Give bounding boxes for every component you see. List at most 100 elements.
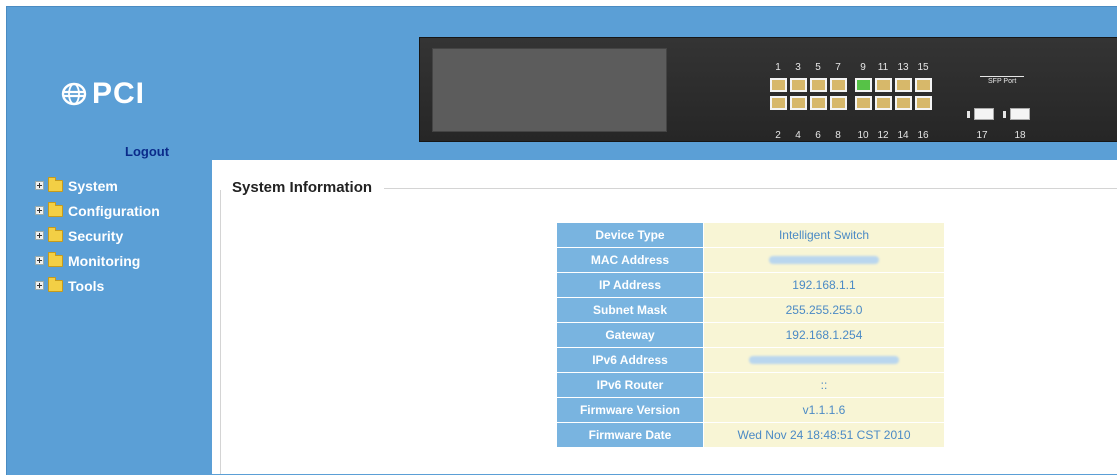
table-row: MAC Address bbox=[556, 247, 945, 273]
table-row: Gateway 192.168.1.254 bbox=[556, 322, 945, 348]
fieldset-border bbox=[384, 188, 1117, 189]
row-value: 255.255.255.0 bbox=[703, 297, 945, 323]
redacted-value bbox=[749, 356, 899, 364]
port-number: 16 bbox=[917, 130, 929, 141]
port-11[interactable] bbox=[875, 78, 892, 92]
sidebar-item-label: Monitoring bbox=[68, 252, 141, 269]
sidebar-item-tools[interactable]: Tools bbox=[35, 273, 160, 298]
port-number: 11 bbox=[877, 62, 889, 73]
redacted-value bbox=[769, 256, 879, 264]
sidebar-item-label: Configuration bbox=[68, 202, 160, 219]
folder-icon bbox=[48, 201, 63, 217]
row-value: 192.168.1.1 bbox=[703, 272, 945, 298]
row-label: Subnet Mask bbox=[556, 297, 704, 323]
row-label: Firmware Date bbox=[556, 422, 704, 448]
port-4[interactable] bbox=[790, 96, 807, 110]
sidebar-item-label: Security bbox=[68, 227, 124, 244]
port-9[interactable] bbox=[855, 78, 872, 92]
row-value: :: bbox=[703, 372, 945, 398]
port-1[interactable] bbox=[770, 78, 787, 92]
row-value: 192.168.1.254 bbox=[703, 322, 945, 348]
port-number: 14 bbox=[897, 130, 909, 141]
port-13[interactable] bbox=[895, 78, 912, 92]
switch-front-panel: 1 3 5 7 9 11 13 15 2 4 6 8 10 12 14 16 S… bbox=[419, 37, 1117, 142]
main-content: System Information Device Type Intellige… bbox=[212, 160, 1117, 474]
sfp-led-17 bbox=[967, 111, 970, 118]
folder-icon bbox=[48, 226, 63, 242]
sidebar-item-system[interactable]: System bbox=[35, 173, 160, 198]
logo-text: PCI bbox=[92, 77, 146, 110]
system-info-table: Device Type Intelligent Switch MAC Addre… bbox=[556, 222, 945, 448]
port-number: 2 bbox=[775, 130, 781, 141]
logout-link[interactable]: Logout bbox=[125, 144, 169, 159]
row-label: Firmware Version bbox=[556, 397, 704, 423]
port-number: 4 bbox=[795, 130, 801, 141]
port-number: 5 bbox=[815, 62, 821, 73]
row-value-redacted bbox=[703, 347, 945, 373]
globe-logo-icon bbox=[61, 82, 87, 106]
port-2[interactable] bbox=[770, 96, 787, 110]
sfp-label: SFP Port bbox=[980, 76, 1025, 86]
row-label: MAC Address bbox=[556, 247, 704, 273]
row-value: Intelligent Switch bbox=[703, 222, 945, 248]
sidebar-item-label: System bbox=[68, 177, 118, 194]
port-number: 17 bbox=[976, 130, 988, 141]
sidebar-item-monitoring[interactable]: Monitoring bbox=[35, 248, 160, 273]
sfp-port-18[interactable] bbox=[1010, 108, 1030, 120]
expand-icon[interactable] bbox=[35, 256, 44, 265]
port-15[interactable] bbox=[915, 78, 932, 92]
port-number: 15 bbox=[917, 62, 929, 73]
expand-icon[interactable] bbox=[35, 231, 44, 240]
folder-icon bbox=[48, 176, 63, 192]
row-label: Gateway bbox=[556, 322, 704, 348]
sidebar-item-configuration[interactable]: Configuration bbox=[35, 198, 160, 223]
port-number: 7 bbox=[835, 62, 841, 73]
sidebar-nav: System Configuration Security Monitoring… bbox=[35, 173, 160, 298]
expand-icon[interactable] bbox=[35, 181, 44, 190]
sidebar-item-label: Tools bbox=[68, 277, 105, 294]
port-10[interactable] bbox=[855, 96, 872, 110]
port-number: 12 bbox=[877, 130, 889, 141]
port-number: 8 bbox=[835, 130, 841, 141]
sfp-led-18 bbox=[1003, 111, 1006, 118]
row-label: Device Type bbox=[556, 222, 704, 248]
port-5[interactable] bbox=[810, 78, 827, 92]
row-value: Wed Nov 24 18:48:51 CST 2010 bbox=[703, 422, 945, 448]
port-16[interactable] bbox=[915, 96, 932, 110]
folder-icon bbox=[48, 276, 63, 292]
row-label: IPv6 Address bbox=[556, 347, 704, 373]
fieldset-border bbox=[220, 190, 221, 474]
port-number: 13 bbox=[897, 62, 909, 73]
expand-icon[interactable] bbox=[35, 281, 44, 290]
row-value: v1.1.1.6 bbox=[703, 397, 945, 423]
brand-logo: PCI bbox=[61, 79, 145, 109]
port-7[interactable] bbox=[830, 78, 847, 92]
port-6[interactable] bbox=[810, 96, 827, 110]
port-14[interactable] bbox=[895, 96, 912, 110]
table-row: Subnet Mask 255.255.255.0 bbox=[556, 297, 945, 323]
expand-icon[interactable] bbox=[35, 206, 44, 215]
table-row: Firmware Date Wed Nov 24 18:48:51 CST 20… bbox=[556, 422, 945, 448]
row-label: IP Address bbox=[556, 272, 704, 298]
folder-icon bbox=[48, 251, 63, 267]
sidebar-item-security[interactable]: Security bbox=[35, 223, 160, 248]
port-12[interactable] bbox=[875, 96, 892, 110]
table-row: IPv6 Address bbox=[556, 347, 945, 373]
port-number: 6 bbox=[815, 130, 821, 141]
port-3[interactable] bbox=[790, 78, 807, 92]
port-number: 1 bbox=[775, 62, 781, 73]
table-row: IP Address 192.168.1.1 bbox=[556, 272, 945, 298]
row-value-redacted bbox=[703, 247, 945, 273]
port-8[interactable] bbox=[830, 96, 847, 110]
sfp-port-17[interactable] bbox=[974, 108, 994, 120]
port-number: 3 bbox=[795, 62, 801, 73]
table-row: IPv6 Router :: bbox=[556, 372, 945, 398]
device-display bbox=[432, 48, 667, 132]
row-label: IPv6 Router bbox=[556, 372, 704, 398]
port-number: 10 bbox=[857, 130, 869, 141]
port-number: 18 bbox=[1014, 130, 1026, 141]
port-number: 9 bbox=[860, 62, 866, 73]
table-row: Firmware Version v1.1.1.6 bbox=[556, 397, 945, 423]
table-row: Device Type Intelligent Switch bbox=[556, 222, 945, 248]
section-title: System Information bbox=[232, 179, 373, 196]
